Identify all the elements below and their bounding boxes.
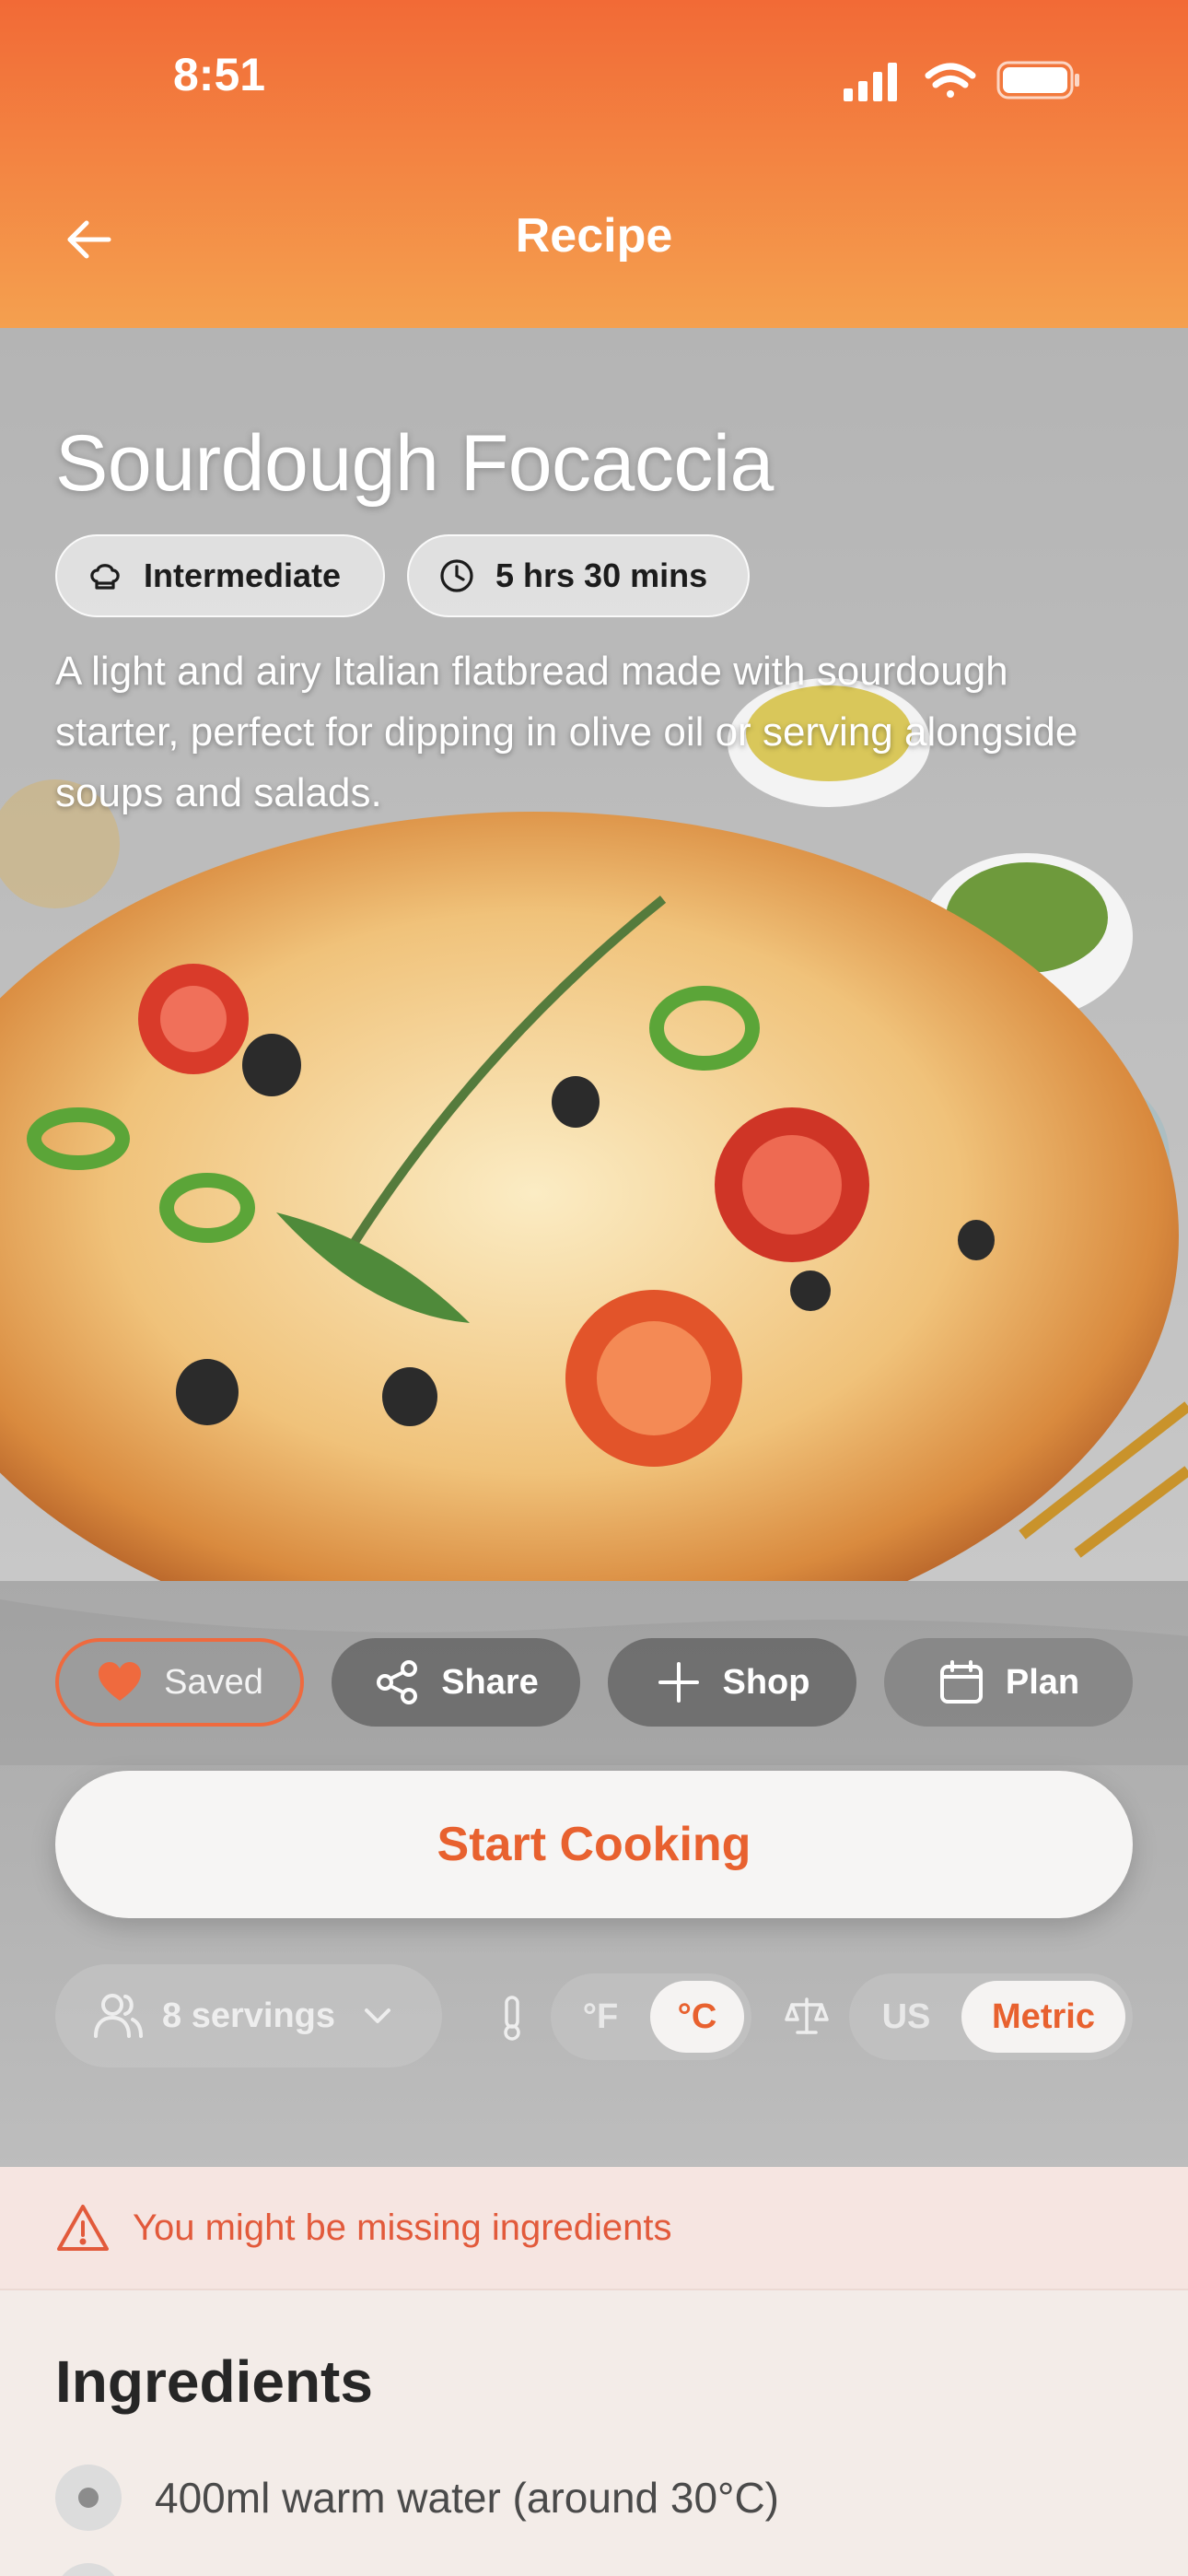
status-time: 8:51	[173, 49, 266, 100]
units-toggle: US Metric	[849, 1973, 1133, 2060]
missing-ingredients-banner[interactable]: You might be missing ingredients	[0, 2167, 1188, 2290]
servings-label: 8 servings	[162, 1996, 335, 2035]
battery-icon	[996, 61, 1079, 100]
warning-text: You might be missing ingredients	[133, 2207, 672, 2248]
difficulty-chip: Intermediate	[55, 534, 385, 617]
plan-button[interactable]: Plan	[884, 1638, 1133, 1727]
plus-icon	[658, 1662, 699, 1703]
wifi-icon	[925, 63, 976, 98]
ingredient-item[interactable]: 400ml warm water (around 30°C)	[55, 2464, 779, 2532]
chef-hat-icon	[90, 564, 120, 590]
header: 8:51 Recipe	[0, 0, 1188, 328]
time-chip: 5 hrs 30 mins	[407, 534, 750, 617]
temperature-toggle: °F °C	[551, 1973, 751, 2060]
shop-button[interactable]: Shop	[608, 1638, 856, 1727]
scale-icon	[785, 1997, 829, 2034]
share-icon	[377, 1660, 418, 1704]
people-icon	[94, 1994, 143, 2038]
warning-icon	[57, 2205, 109, 2251]
status-icons	[844, 61, 1079, 101]
servings-selector[interactable]: 8 servings	[55, 1964, 442, 2067]
shop-label: Shop	[722, 1662, 810, 1702]
metric-units-option[interactable]: Metric	[961, 1981, 1125, 2053]
signal-icon	[844, 63, 897, 101]
page-title: Recipe	[515, 209, 673, 263]
recipe-description: A light and airy Italian flatbread made …	[55, 649, 1078, 815]
saved-label: Saved	[164, 1662, 263, 1702]
plan-label: Plan	[1005, 1662, 1080, 1702]
share-button[interactable]: Share	[332, 1638, 580, 1727]
thermometer-icon	[504, 1996, 520, 2041]
recipe-title: Sourdough Focaccia	[55, 419, 774, 508]
fahrenheit-option[interactable]: °F	[558, 1981, 643, 2053]
ingredient-checkbox[interactable]	[55, 2563, 122, 2576]
chevron-down-icon	[365, 2008, 390, 2023]
celsius-option[interactable]: °C	[650, 1981, 744, 2053]
start-cooking-button[interactable]: Start Cooking	[55, 1771, 1133, 1918]
share-label: Share	[441, 1662, 539, 1702]
clock-icon	[440, 559, 473, 592]
heart-icon	[99, 1662, 142, 1701]
us-units-option[interactable]: US	[856, 1981, 956, 2053]
difficulty-label: Intermediate	[144, 556, 342, 594]
ingredient-text: 400ml warm water (around 30°C)	[155, 2474, 779, 2522]
time-label: 5 hrs 30 mins	[495, 556, 708, 594]
calendar-icon	[939, 1660, 983, 1704]
ingredient-checkbox[interactable]	[55, 2465, 122, 2531]
ingredients-heading: Ingredients	[55, 2348, 373, 2415]
saved-button[interactable]: Saved	[55, 1638, 304, 1727]
